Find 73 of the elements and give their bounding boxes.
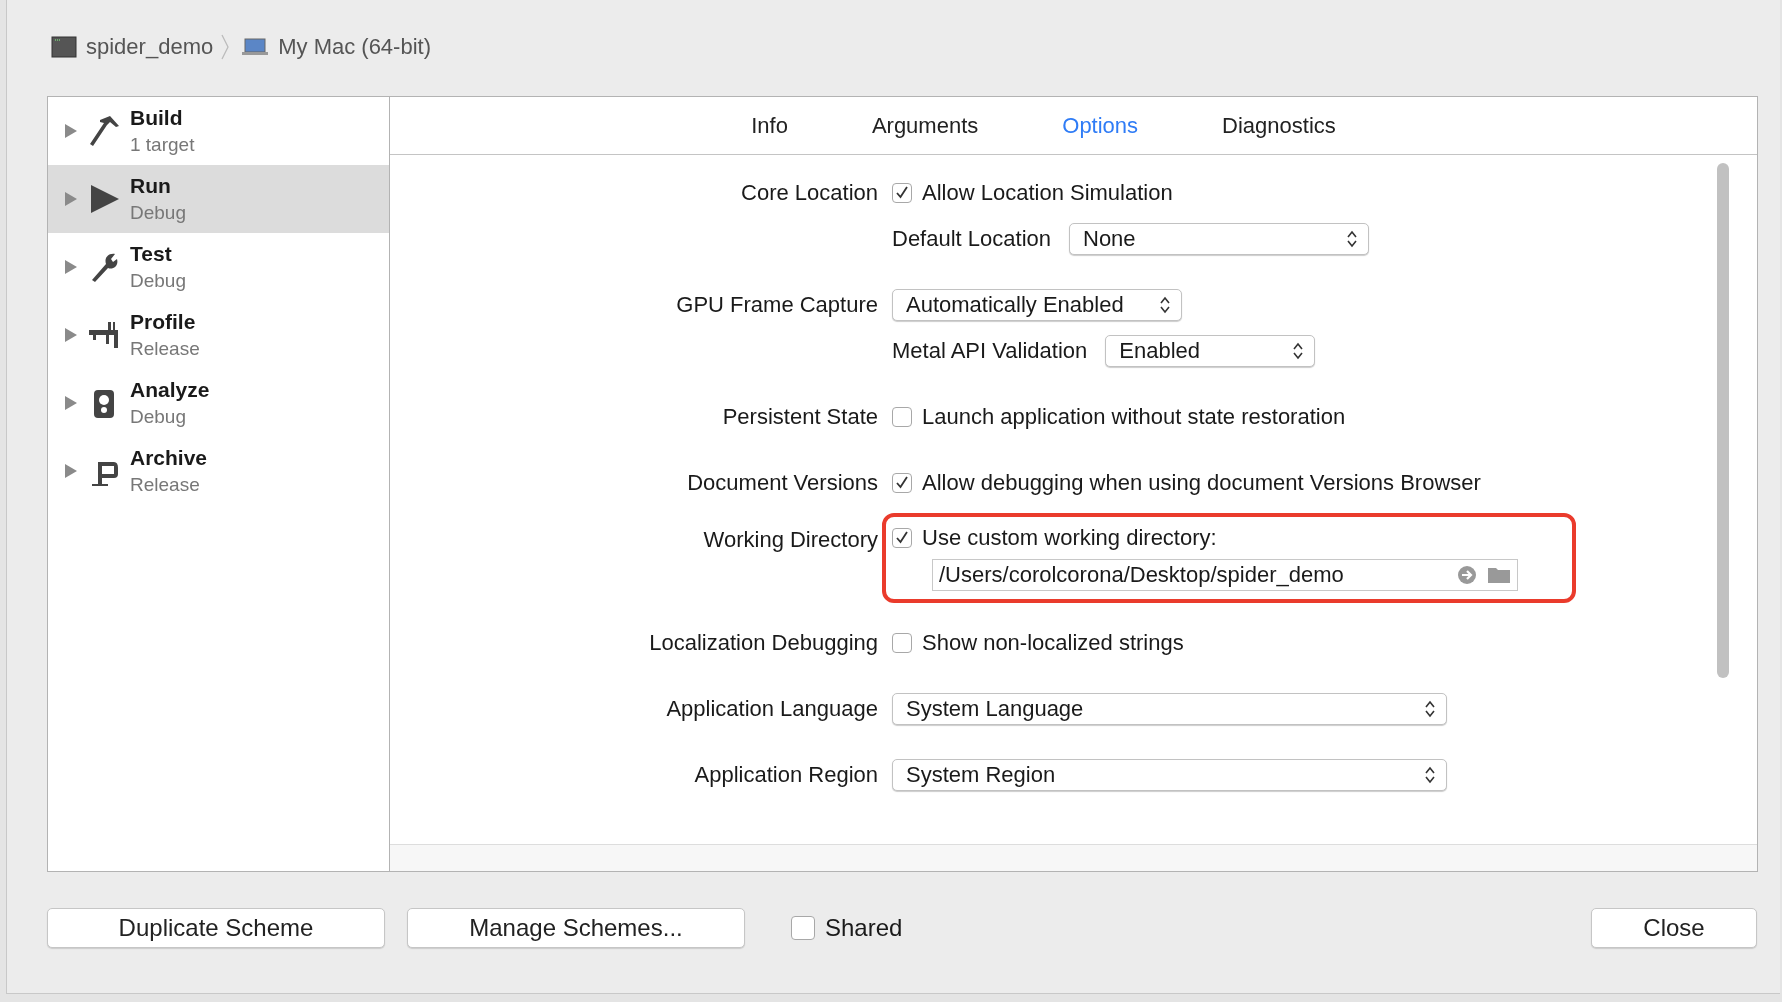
hammer-icon bbox=[88, 114, 120, 148]
sidebar-item[interactable]: Profile Release bbox=[48, 301, 389, 369]
sidebar-item-title: Build bbox=[130, 105, 184, 131]
option-label: Application Region bbox=[693, 762, 878, 788]
tab[interactable]: Arguments bbox=[859, 108, 991, 143]
popup-button[interactable]: Automatically Enabled bbox=[892, 289, 1182, 321]
breadcrumb-item[interactable]: My Mac (64-bit) bbox=[278, 34, 431, 60]
option-label: Core Location bbox=[740, 180, 878, 206]
popup-button[interactable]: Enabled bbox=[1105, 335, 1316, 367]
folder-icon[interactable] bbox=[1487, 566, 1511, 584]
checkbox[interactable] bbox=[892, 407, 912, 427]
disclosure-triangle-icon[interactable] bbox=[64, 395, 78, 411]
disclosure-triangle-icon[interactable] bbox=[64, 191, 78, 207]
sidebar-item-title: Test bbox=[130, 241, 173, 267]
disclosure-triangle-icon[interactable] bbox=[64, 327, 78, 343]
breadcrumb-separator-icon bbox=[220, 34, 231, 60]
disclosure-triangle-icon[interactable] bbox=[64, 123, 78, 139]
tab[interactable]: Diagnostics bbox=[1210, 108, 1348, 143]
checkbox[interactable] bbox=[892, 183, 912, 203]
updown-chevron-icon bbox=[1424, 699, 1436, 719]
sidebar-item[interactable]: Analyze Debug bbox=[48, 369, 389, 437]
checkbox-label: Allow debugging when using document Versions Browser bbox=[922, 470, 1481, 496]
footer-button[interactable]: Duplicate Scheme bbox=[47, 908, 385, 948]
updown-chevron-icon bbox=[1292, 341, 1305, 361]
sidebar-item-title: Profile bbox=[130, 309, 197, 335]
disclosure-triangle-icon[interactable] bbox=[64, 463, 78, 479]
popup-button[interactable]: System Region bbox=[892, 759, 1447, 791]
sidebar-item-subtitle: Debug bbox=[130, 201, 186, 225]
updown-chevron-icon bbox=[1159, 295, 1171, 315]
sidebar-item-subtitle: 1 target bbox=[130, 133, 195, 157]
checkbox[interactable] bbox=[892, 473, 912, 493]
sidebar-item-subtitle: Release bbox=[130, 337, 200, 361]
option-label: GPU Frame Capture bbox=[675, 292, 878, 318]
option-label: Working Directory bbox=[702, 527, 878, 553]
sidebar-item[interactable]: Archive Release bbox=[48, 437, 389, 505]
option-label: Persistent State bbox=[721, 404, 878, 430]
updown-chevron-icon bbox=[1346, 229, 1358, 249]
option-label: Default Location bbox=[892, 226, 1051, 252]
footer-button[interactable]: Manage Schemes... bbox=[407, 908, 745, 948]
option-label: Document Versions bbox=[686, 470, 878, 496]
tab[interactable]: Info bbox=[739, 108, 800, 143]
checkbox[interactable] bbox=[791, 916, 815, 940]
checkbox[interactable] bbox=[892, 528, 912, 548]
checkbox-label: Show non-localized strings bbox=[922, 630, 1184, 656]
sidebar-item-title: Analyze bbox=[130, 377, 210, 403]
popup-button[interactable]: System Language bbox=[892, 693, 1447, 725]
checkbox-label: Allow Location Simulation bbox=[922, 180, 1173, 206]
disclosure-triangle-icon[interactable] bbox=[64, 259, 78, 275]
tab[interactable]: Options bbox=[1050, 108, 1151, 143]
checkbox[interactable] bbox=[892, 633, 912, 653]
checkbox-label: Launch application without state restoration bbox=[922, 404, 1346, 430]
path-field[interactable]: /Users/corolcorona/Desktop/spider_demo bbox=[932, 559, 1518, 591]
sidebar-item-subtitle: Debug bbox=[130, 269, 186, 293]
sidebar-item-title: Run bbox=[130, 173, 172, 199]
arrow-circle-icon[interactable] bbox=[1457, 565, 1477, 585]
laptop-icon bbox=[241, 37, 270, 57]
checkbox-label: Use custom working directory: bbox=[922, 525, 1217, 551]
popup-button[interactable]: None bbox=[1069, 223, 1369, 255]
sidebar-item[interactable]: Test Debug bbox=[48, 233, 389, 301]
checkbox-label: Shared bbox=[825, 914, 903, 942]
option-label: Application Language bbox=[665, 696, 878, 722]
option-label: Localization Debugging bbox=[648, 630, 878, 656]
option-label: Metal API Validation bbox=[892, 338, 1088, 364]
play-icon bbox=[88, 182, 120, 216]
sidebar-item-subtitle: Debug bbox=[130, 405, 187, 429]
updown-chevron-icon bbox=[1424, 765, 1436, 785]
terminal-icon bbox=[51, 36, 77, 58]
sidebar-item[interactable]: Run Debug bbox=[48, 165, 389, 233]
sidebar-item-subtitle: Release bbox=[130, 473, 201, 497]
close-button[interactable]: Close bbox=[1591, 908, 1757, 948]
breadcrumb-item[interactable]: spider_demo bbox=[86, 34, 214, 60]
sidebar-item-title: Archive bbox=[130, 445, 208, 471]
sidebar-item[interactable]: Build 1 target bbox=[48, 97, 389, 165]
